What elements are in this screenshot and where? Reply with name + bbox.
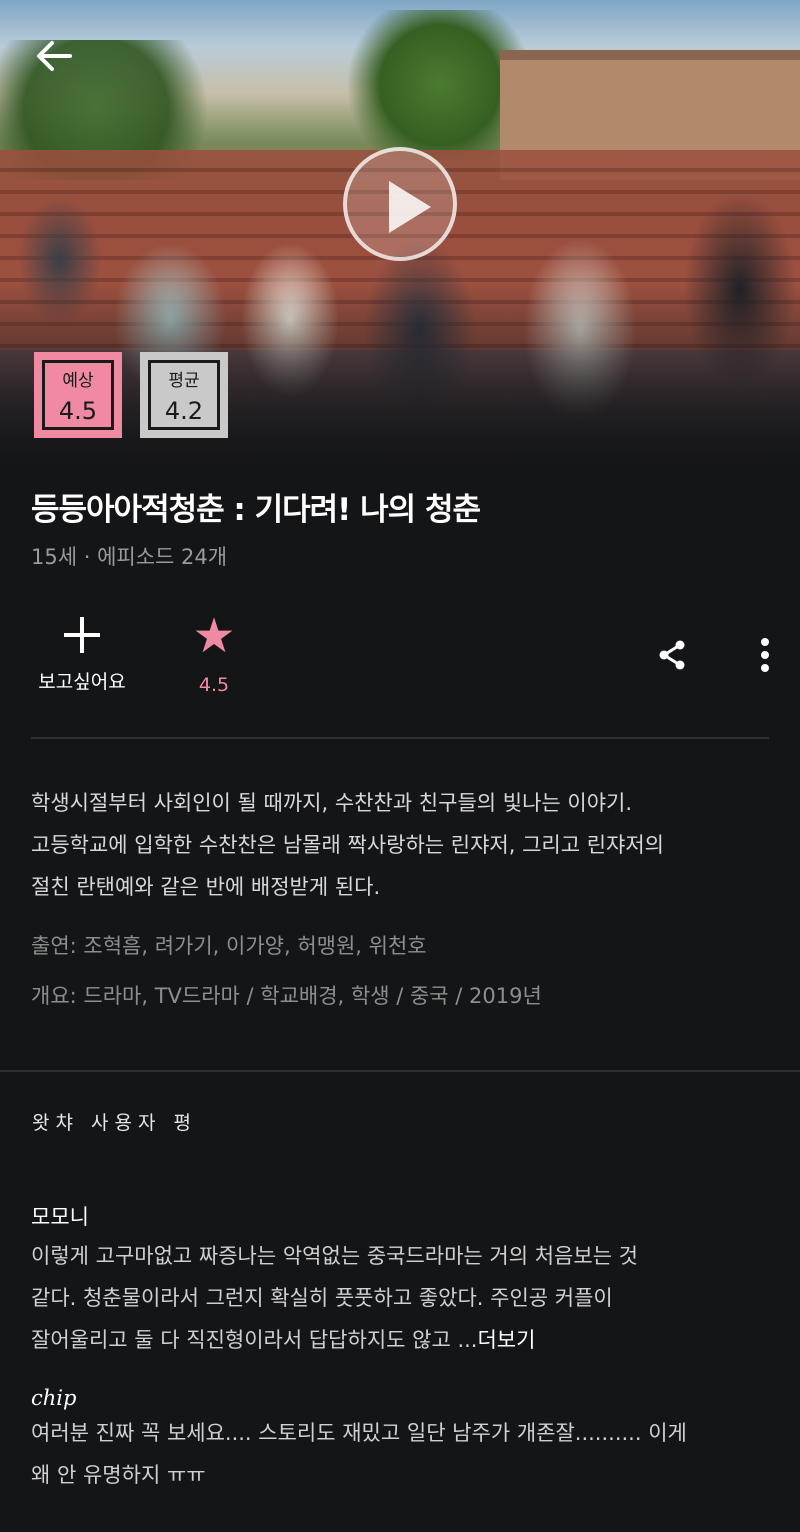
average-rating-badge: 평균 4.2 <box>140 352 228 438</box>
badge-inner-frame <box>42 360 114 430</box>
hero-banner[interactable]: 예상 4.5 평균 4.2 <box>0 0 800 470</box>
badge-inner-frame <box>148 360 220 430</box>
rate-button[interactable]: ★ 4.5 <box>183 612 245 696</box>
synopsis: 학생시절부터 사회인이 될 때까지, 수찬찬과 친구들의 빛나는 이야기. 고등… <box>31 782 771 908</box>
plus-icon <box>62 615 102 655</box>
review-body: 이렇게 고구마없고 짜증나는 악역없는 중국드라마는 거의 처음보는 것 같다.… <box>31 1235 771 1361</box>
review-line: 잘어울리고 둘 다 직진형이라서 답답하지도 않고 ... <box>31 1328 478 1352</box>
star-icon: ★ <box>192 608 236 664</box>
want-to-watch-label: 보고싶어요 <box>38 671 126 693</box>
review-line: 여러분 진짜 꼭 보세요.... 스토리도 재밌고 일단 남주가 개존잘....… <box>31 1421 687 1445</box>
review-item[interactable]: 모모니 이렇게 고구마없고 짜증나는 악역없는 중국드라마는 거의 처음보는 것… <box>31 1201 771 1361</box>
share-icon <box>659 640 685 670</box>
cast-info: 출연: 조혁흠, 려가기, 이가양, 허맹원, 위천호 <box>31 934 427 958</box>
user-reviews-heading: 왓챠 사용자 평 <box>32 1112 197 1134</box>
back-button[interactable] <box>32 36 76 76</box>
synopsis-line: 학생시절부터 사회인이 될 때까지, 수찬찬과 친구들의 빛나는 이야기. <box>31 791 633 815</box>
review-line-last: 잘어울리고 둘 다 직진형이라서 답답하지도 않고 ...더보기 <box>31 1319 771 1361</box>
want-to-watch-button[interactable]: 보고싶어요 <box>30 615 134 694</box>
synopsis-line: 절친 란탠예와 같은 반에 배정받게 된다. <box>31 875 381 899</box>
share-button[interactable] <box>655 638 689 672</box>
my-rating-value: 4.5 <box>198 674 230 696</box>
expected-rating-badge: 예상 4.5 <box>34 352 122 438</box>
genre-summary: 개요: 드라마, TV드라마 / 학교배경, 학생 / 중국 / 2019년 <box>31 984 542 1008</box>
play-icon <box>389 181 431 233</box>
review-line: 왜 안 유명하지 ㅠㅠ <box>31 1463 206 1487</box>
section-divider <box>0 1070 800 1072</box>
divider <box>31 737 769 739</box>
arrow-left-icon <box>37 41 72 71</box>
review-author[interactable]: chip <box>31 1386 771 1410</box>
play-button[interactable] <box>343 147 457 261</box>
read-more-link[interactable]: 더보기 <box>477 1328 535 1352</box>
content-title: 등등아아적청춘 : 기다려! 나의 청춘 <box>31 492 481 528</box>
review-body: 여러분 진짜 꼭 보세요.... 스토리도 재밌고 일단 남주가 개존잘....… <box>31 1412 771 1496</box>
more-options-button[interactable] <box>754 636 776 674</box>
review-author[interactable]: 모모니 <box>31 1201 771 1231</box>
synopsis-line: 고등학교에 입학한 수찬찬은 남몰래 짝사랑하는 린쟈저, 그리고 린쟈저의 <box>31 833 664 857</box>
content-meta: 15세 · 에피소드 24개 <box>31 545 228 569</box>
review-item[interactable]: chip 여러분 진짜 꼭 보세요.... 스토리도 재밌고 일단 남주가 개존… <box>31 1386 771 1496</box>
review-line: 같다. 청춘물이라서 그런지 확실히 풋풋하고 좋았다. 주인공 커플이 <box>31 1286 613 1310</box>
review-line: 이렇게 고구마없고 짜증나는 악역없는 중국드라마는 거의 처음보는 것 <box>31 1244 639 1268</box>
